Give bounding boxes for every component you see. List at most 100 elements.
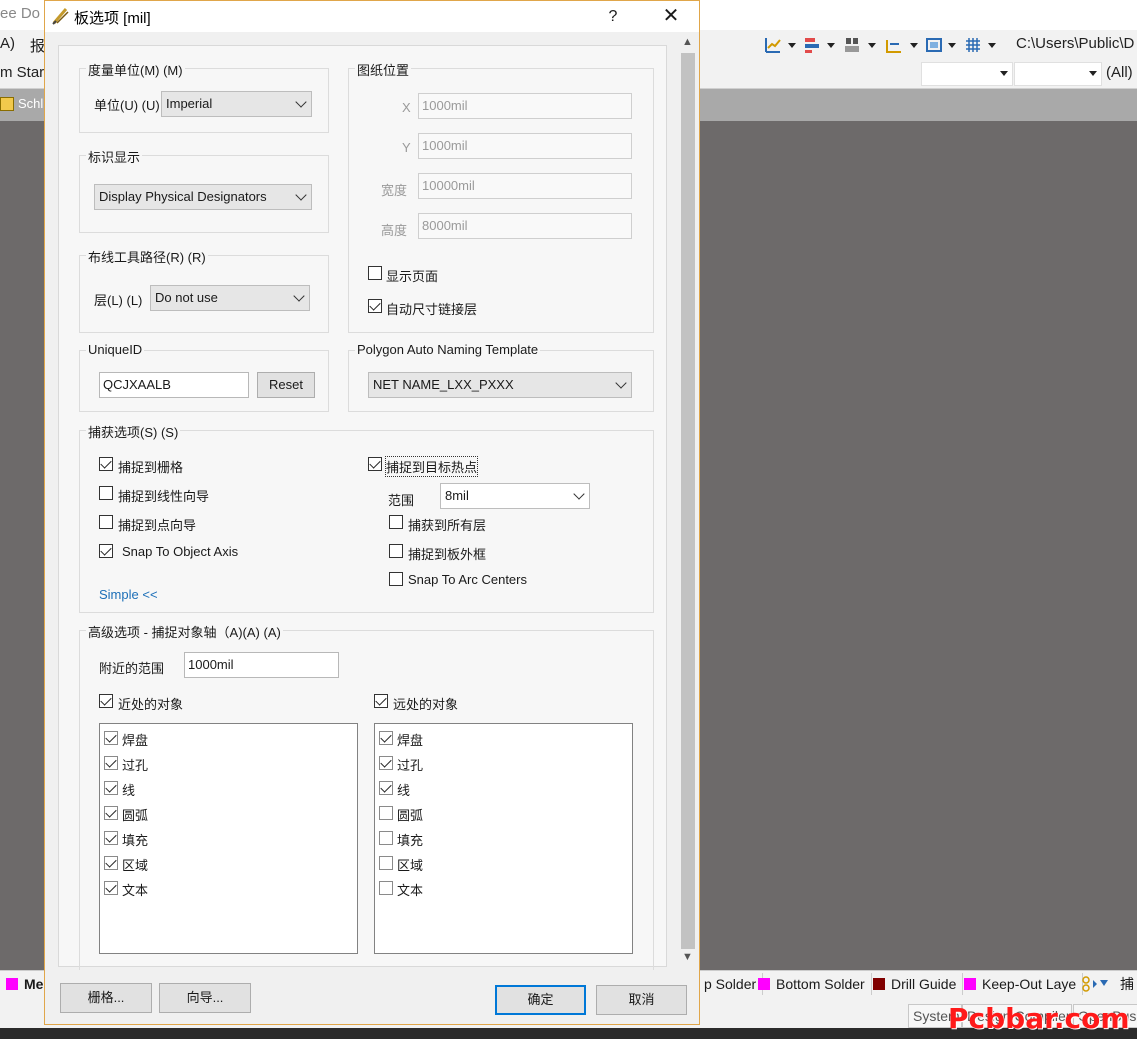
near-item-checkbox[interactable] — [104, 731, 118, 745]
filter-all-label[interactable]: (All) — [1106, 64, 1133, 81]
document-tab[interactable]: Schli — [18, 96, 46, 111]
reset-button[interactable]: Reset — [257, 372, 315, 398]
designator-select[interactable]: Display Physical Designators — [94, 184, 312, 210]
chevron-down-icon[interactable] — [988, 43, 996, 48]
snap-axis-label[interactable]: Snap To Object Axis — [122, 544, 238, 559]
snap-all-layers-checkbox[interactable] — [389, 515, 403, 529]
far-item-label[interactable]: 过孔 — [397, 755, 423, 774]
scrollbar-thumb[interactable] — [681, 53, 695, 949]
polygon-naming-select[interactable]: NET NAME_LXX_PXXX — [368, 372, 632, 398]
far-item-label[interactable]: 线 — [397, 780, 410, 799]
near-item-label[interactable]: 焊盘 — [122, 730, 148, 749]
auto-size-checkbox[interactable] — [368, 299, 382, 313]
auto-size-label[interactable]: 自动尺寸链接层 — [386, 299, 477, 318]
snap-board-outline-checkbox[interactable] — [389, 544, 403, 558]
layer-tab-4[interactable]: Keep-Out Laye — [960, 973, 1084, 995]
chevron-down-icon[interactable] — [788, 43, 796, 48]
far-item-label[interactable]: 焊盘 — [397, 730, 423, 749]
near-item-label[interactable]: 区域 — [122, 855, 148, 874]
display-sheet-checkbox[interactable] — [368, 266, 382, 280]
near-item-checkbox[interactable] — [104, 831, 118, 845]
far-item-checkbox[interactable] — [379, 781, 393, 795]
height-field[interactable]: 8000mil — [418, 213, 632, 239]
align-icon[interactable] — [803, 36, 821, 54]
menu-item[interactable]: A) — [0, 35, 15, 52]
pencil-chart-icon[interactable] — [764, 36, 782, 54]
near-objects-label[interactable]: 近处的对象 — [118, 694, 183, 713]
near-item-checkbox[interactable] — [104, 856, 118, 870]
filter-combo-1[interactable] — [921, 62, 1013, 86]
layer-tab-2[interactable]: Bottom Solder — [754, 973, 872, 995]
width-field[interactable]: 10000mil — [418, 173, 632, 199]
vertical-scrollbar[interactable]: ▲ ▼ — [679, 33, 697, 969]
near-item-label[interactable]: 圆弧 — [122, 805, 148, 824]
grid-button[interactable]: 栅格... — [60, 983, 152, 1013]
far-item-checkbox[interactable] — [379, 881, 393, 895]
y-field[interactable]: 1000mil — [418, 133, 632, 159]
dimension-icon[interactable] — [885, 36, 903, 54]
snap-arc-centers-label[interactable]: Snap To Arc Centers — [408, 572, 527, 587]
ok-button[interactable]: 确定 — [495, 985, 586, 1015]
cancel-button[interactable]: 取消 — [596, 985, 687, 1015]
uniqueid-field[interactable]: QCJXAALB — [99, 372, 249, 398]
chevron-down-icon[interactable] — [910, 43, 918, 48]
snap-linear-label[interactable]: 捕捉到线性向导 — [118, 486, 209, 505]
filter-combo-2[interactable] — [1014, 62, 1102, 86]
near-item-label[interactable]: 填充 — [122, 830, 148, 849]
far-item-label[interactable]: 填充 — [397, 830, 423, 849]
simple-link[interactable]: Simple << — [99, 587, 158, 602]
near-item-checkbox[interactable] — [104, 881, 118, 895]
far-objects-checkbox[interactable] — [374, 694, 388, 708]
snap-point-label[interactable]: 捕捉到点向导 — [118, 515, 196, 534]
grid-icon[interactable] — [964, 36, 982, 54]
snap-board-outline-label[interactable]: 捕捉到板外框 — [408, 544, 486, 563]
near-objects-list[interactable]: 焊盘 过孔 线 圆弧 填充 区域 文本 — [99, 723, 358, 954]
layer-tab-5[interactable]: 捕 — [1116, 973, 1137, 995]
near-item-label[interactable]: 过孔 — [122, 755, 148, 774]
snap-axis-checkbox[interactable] — [99, 544, 113, 558]
far-item-checkbox[interactable] — [379, 806, 393, 820]
layer-tab-3[interactable]: Drill Guide — [869, 973, 964, 995]
display-sheet-label[interactable]: 显示页面 — [386, 266, 438, 285]
unit-select[interactable]: Imperial — [161, 91, 312, 117]
route-layer-select[interactable]: Do not use — [150, 285, 310, 311]
components-icon[interactable] — [843, 36, 861, 54]
snap-hotspot-label[interactable]: 捕捉到目标热点 — [384, 456, 479, 477]
near-item-label[interactable]: 线 — [122, 780, 135, 799]
near-range-field[interactable]: 1000mil — [184, 652, 339, 678]
far-item-checkbox[interactable] — [379, 756, 393, 770]
layer-scroll-icon[interactable] — [1081, 976, 1111, 992]
range-select[interactable]: 8mil — [440, 483, 590, 509]
far-item-checkbox[interactable] — [379, 831, 393, 845]
close-button[interactable]: ✕ — [653, 5, 689, 29]
dialog-title-bar[interactable]: 板选项 [mil] ? ✕ — [45, 1, 699, 32]
snap-grid-label[interactable]: 捕捉到栅格 — [118, 457, 183, 476]
chevron-down-icon[interactable] — [827, 43, 835, 48]
help-button[interactable]: ? — [597, 5, 629, 29]
snap-all-layers-label[interactable]: 捕获到所有层 — [408, 515, 486, 534]
far-objects-label[interactable]: 远处的对象 — [393, 694, 458, 713]
far-item-label[interactable]: 区域 — [397, 855, 423, 874]
snap-point-checkbox[interactable] — [99, 515, 113, 529]
near-item-label[interactable]: 文本 — [122, 880, 148, 899]
x-field[interactable]: 1000mil — [418, 93, 632, 119]
snap-linear-checkbox[interactable] — [99, 486, 113, 500]
snap-hotspot-checkbox[interactable] — [368, 457, 382, 471]
far-item-label[interactable]: 圆弧 — [397, 805, 423, 824]
scroll-up-icon[interactable]: ▲ — [682, 36, 693, 48]
menu-item[interactable]: 报 — [30, 35, 45, 56]
far-item-label[interactable]: 文本 — [397, 880, 423, 899]
chevron-down-icon[interactable] — [948, 43, 956, 48]
far-objects-list[interactable]: 焊盘 过孔 线 圆弧 填充 区域 文本 — [374, 723, 633, 954]
far-item-checkbox[interactable] — [379, 731, 393, 745]
near-objects-checkbox[interactable] — [99, 694, 113, 708]
snap-arc-centers-checkbox[interactable] — [389, 572, 403, 586]
snap-grid-checkbox[interactable] — [99, 457, 113, 471]
chevron-down-icon[interactable] — [868, 43, 876, 48]
far-item-checkbox[interactable] — [379, 856, 393, 870]
near-item-checkbox[interactable] — [104, 806, 118, 820]
near-item-checkbox[interactable] — [104, 756, 118, 770]
scroll-down-icon[interactable]: ▼ — [682, 951, 693, 963]
guide-button[interactable]: 向导... — [159, 983, 251, 1013]
room-icon[interactable] — [925, 36, 943, 54]
